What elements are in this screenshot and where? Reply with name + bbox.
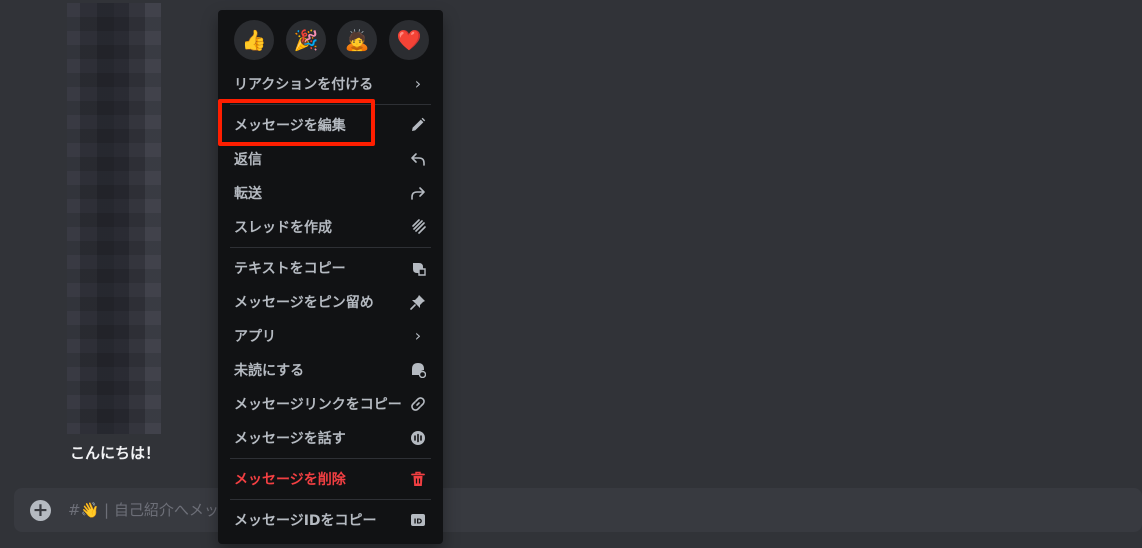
menu-item-label: 未読にする [234,363,305,379]
menu-separator [230,458,431,459]
heart-icon[interactable]: ❤️ [389,20,429,60]
party-popper-icon[interactable]: 🎉 [286,20,326,60]
menu-item-delete-message[interactable]: メッセージを削除 [226,463,435,495]
speak-icon [409,429,427,447]
forward-icon [409,184,427,202]
bowing-person-icon[interactable]: 🙇 [337,20,377,60]
menu-item-forward[interactable]: 転送 [226,177,435,209]
menu-item-label: リアクションを付ける [234,77,374,93]
discord-channel-view: こんにちは！ + 👍 🎉 🙇 ❤️ リアクションを付ける › メッセージを編集 … [0,0,1142,548]
menu-item-create-thread[interactable]: スレッドを作成 [226,211,435,243]
mark-unread-icon [409,361,427,379]
pencil-icon [409,116,427,134]
thumbs-up-icon[interactable]: 👍 [234,20,274,60]
link-icon [409,395,427,413]
menu-item-label: メッセージIDをコピー [234,513,377,529]
menu-item-label: スレッドを作成 [234,220,332,236]
menu-item-label: メッセージを話す [234,431,346,447]
menu-item-copy-link[interactable]: メッセージリンクをコピー [226,388,435,420]
menu-item-mark-unread[interactable]: 未読にする [226,354,435,386]
menu-separator [230,104,431,105]
message-composer: + [14,488,1142,532]
id-icon: ID [409,511,427,529]
menu-item-pin-message[interactable]: メッセージをピン留め [226,286,435,318]
menu-item-copy-id[interactable]: メッセージIDをコピー ID [226,504,435,536]
chevron-right-icon: › [414,74,422,93]
menu-separator [230,247,431,248]
trash-icon [409,470,427,488]
chevron-right-icon: › [414,326,422,345]
menu-item-label: メッセージリンクをコピー [234,397,402,413]
menu-item-label: メッセージをピン留め [234,295,374,311]
menu-item-copy-text[interactable]: テキストをコピー [226,252,435,284]
reply-icon [409,150,427,168]
menu-item-reply[interactable]: 返信 [226,143,435,175]
pixelated-image [67,3,161,434]
menu-item-label: メッセージを編集 [234,118,346,134]
menu-item-add-reaction[interactable]: リアクションを付ける › [226,68,435,100]
svg-text:ID: ID [414,518,423,526]
menu-item-apps[interactable]: アプリ › [226,320,435,352]
message-text: こんにちは！ [70,444,161,462]
menu-separator [230,499,431,500]
menu-item-label: アプリ [234,329,276,345]
menu-item-speak-message[interactable]: メッセージを話す [226,422,435,454]
thread-icon [409,218,427,236]
menu-item-label: テキストをコピー [234,261,346,277]
add-attachment-button[interactable]: + [30,500,51,521]
menu-item-edit-message[interactable]: メッセージを編集 [226,109,435,141]
copy-text-icon [409,259,427,277]
message-context-menu: 👍 🎉 🙇 ❤️ リアクションを付ける › メッセージを編集 返信 転送 スレッ… [218,10,443,544]
menu-item-label: 返信 [234,152,262,168]
pin-icon [409,293,427,311]
menu-item-label: メッセージを削除 [234,472,346,488]
menu-item-label: 転送 [234,186,262,202]
